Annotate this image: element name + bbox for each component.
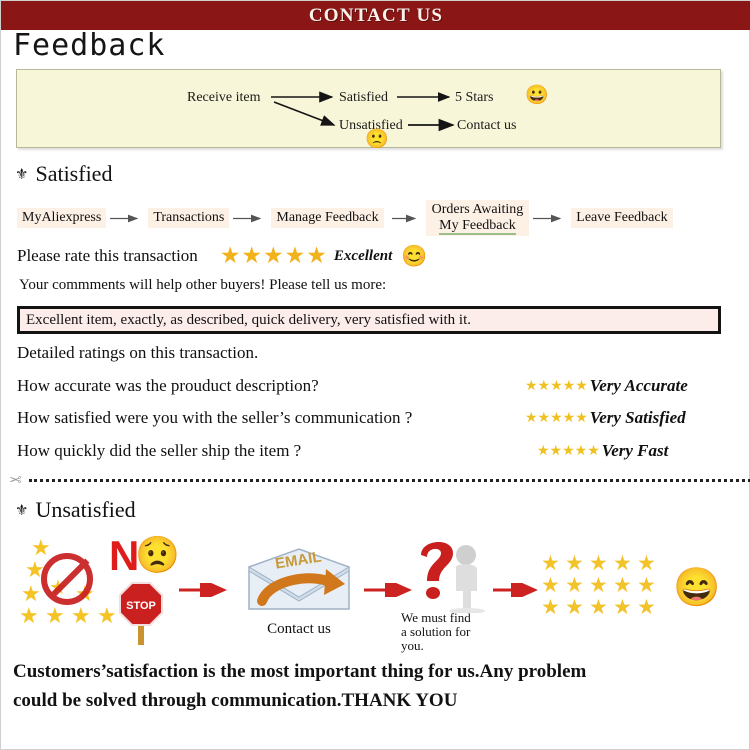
- comment-textbox[interactable]: Excellent item, exactly, as described, q…: [17, 306, 721, 334]
- breadcrumb-arrow-icon: [233, 213, 267, 224]
- section-title-satisfied: Satisfied: [35, 161, 113, 186]
- stop-sign-icon: STOP: [119, 582, 163, 626]
- breadcrumb-line1: Orders Awaiting: [431, 202, 524, 218]
- question-person-icon: [421, 541, 485, 613]
- banner-title: CONTACT US: [308, 4, 444, 26]
- prohibition-sign-icon: [41, 553, 93, 605]
- rating-label-accuracy: Very Accurate: [589, 376, 688, 395]
- flow-contact-us: Contact us: [457, 118, 517, 133]
- fleur-de-lis-icon: ⚜: [15, 503, 29, 519]
- sad-face-icon: 😟: [135, 535, 180, 575]
- good-rating-stars-grid: ★ ★ ★ ★ ★ ★ ★ ★ ★ ★ ★ ★ ★ ★ ★: [541, 551, 656, 619]
- detailed-ratings-lead: Detailed ratings on this transaction.: [17, 343, 259, 362]
- email-envelope-icon: EMAIL: [248, 548, 350, 610]
- breadcrumb-arrow-icon: [110, 213, 144, 224]
- breadcrumb-item-manage-feedback[interactable]: Manage Feedback: [271, 207, 384, 229]
- arrow-right-icon: [179, 583, 227, 597]
- rate-transaction-label: Please rate this transaction: [17, 246, 198, 265]
- question-communication: How satisfied were you with the seller’s…: [17, 408, 413, 427]
- footer-message: Customers’satisfaction is the most impor…: [13, 657, 739, 716]
- detailed-rating-row: How accurate was the prouduct descriptio…: [17, 372, 737, 400]
- solution-line1: We must find: [401, 610, 471, 625]
- scissors-icon: ✂: [9, 472, 22, 489]
- rate-transaction-row: Please rate this transaction ★★★★★ Excel…: [17, 241, 427, 271]
- feedback-flow-inner: Receive item Satisfied 5 Stars Unsatisfi…: [17, 70, 720, 150]
- page-title: Feedback: [13, 28, 166, 63]
- contact-us-caption: Contact us: [267, 621, 331, 637]
- smiley-face-icon: 😊: [401, 243, 428, 268]
- rating-stars[interactable]: ★★★★★: [220, 243, 328, 269]
- happy-face-icon: 😄: [673, 567, 721, 609]
- comments-prompt: Your commments will help other buyers! P…: [19, 277, 387, 293]
- dotted-line: [28, 478, 750, 482]
- stars-icon[interactable]: ★★★★★: [525, 378, 588, 395]
- section-title-unsatisfied: Unsatisfied: [35, 497, 136, 522]
- section-heading-unsatisfied: ⚜ Unsatisfied: [15, 497, 136, 523]
- rating-label-shipping-speed: Very Fast: [601, 441, 669, 460]
- rating-word-excellent: Excellent: [333, 247, 393, 264]
- breadcrumb-arrow-icon: [533, 213, 567, 224]
- rating-accuracy: ★★★★★ Very Accurate: [525, 376, 688, 396]
- solution-caption: We must find a solution for you.: [401, 610, 521, 654]
- rating-communication: ★★★★★ Very Satisfied: [525, 408, 686, 428]
- question-accuracy: How accurate was the prouduct descriptio…: [17, 376, 319, 395]
- sad-face-icon: 🙁: [365, 129, 389, 150]
- rating-label-communication: Very Satisfied: [589, 408, 686, 427]
- section-heading-satisfied: ⚜ Satisfied: [15, 161, 112, 187]
- feedback-flow-box: Receive item Satisfied 5 Stars Unsatisfi…: [16, 69, 721, 150]
- flow-five-stars: 5 Stars: [455, 90, 494, 105]
- happy-face-icon: 😀: [525, 85, 549, 106]
- fleur-de-lis-icon: ⚜: [15, 167, 29, 183]
- flow-receive-item: Receive item: [187, 90, 261, 105]
- question-shipping-speed: How quickly did the seller ship the item…: [17, 441, 302, 460]
- breadcrumb-item-leave-feedback[interactable]: Leave Feedback: [571, 207, 673, 229]
- flow-satisfied: Satisfied: [339, 90, 388, 105]
- rating-shipping-speed: ★★★★★ Very Fast: [537, 441, 668, 461]
- detailed-rating-row: How satisfied were you with the seller’s…: [17, 404, 737, 432]
- solution-line2: a solution for: [401, 624, 471, 640]
- solution-line3: you.: [401, 638, 424, 654]
- contact-us-banner: CONTACT US: [1, 1, 750, 30]
- feedback-page: CONTACT US Feedback Receive item Satisfi…: [0, 0, 750, 750]
- breadcrumb-item-transactions[interactable]: Transactions: [148, 207, 230, 229]
- breadcrumb: MyAliexpress Transactions Manage Feedbac…: [17, 199, 737, 237]
- breadcrumb-line2: My Feedback: [439, 218, 516, 235]
- footer-line-2: could be solved through communication.TH…: [13, 690, 458, 712]
- breadcrumb-arrow-icon: [388, 213, 422, 224]
- stars-icon[interactable]: ★★★★★: [537, 443, 600, 460]
- stars-icon[interactable]: ★★★★★: [525, 410, 588, 427]
- footer-line-1: Customers’satisfaction is the most impor…: [13, 661, 587, 682]
- detailed-rating-row: How quickly did the seller ship the item…: [17, 437, 737, 465]
- comment-value: Excellent item, exactly, as described, q…: [26, 311, 471, 328]
- breadcrumb-item-orders-awaiting-my-feedback[interactable]: Orders Awaiting My Feedback: [425, 200, 530, 236]
- breadcrumb-item-myaliexpress[interactable]: MyAliexpress: [17, 207, 107, 229]
- scissors-divider: ✂: [9, 471, 750, 489]
- arrow-right-icon: [493, 583, 538, 597]
- svg-text:STOP: STOP: [126, 600, 156, 612]
- unsatisfied-flow-graphics: ★ ★ ★ ★ ★ ★ ★ ★ ★ N 😟 STOP EMAIL Contact…: [1, 529, 750, 654]
